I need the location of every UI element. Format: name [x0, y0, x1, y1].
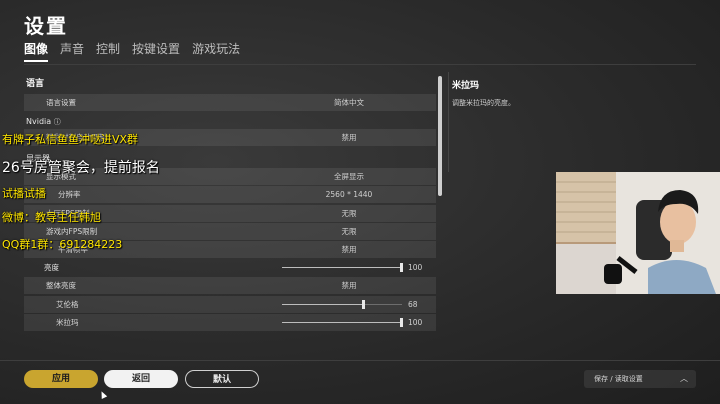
lobby-fps-value[interactable]: 无限 — [304, 205, 394, 222]
resolution-label: 分辨率 — [58, 190, 81, 200]
brightness-row[interactable]: 亮度 100 — [24, 259, 436, 276]
webcam-image — [556, 172, 720, 294]
miramar-slider-fill — [282, 321, 402, 323]
section-language: 语言 — [26, 79, 45, 89]
erangel-row[interactable]: 艾伦格 68 — [24, 295, 436, 313]
webcam-overlay — [556, 172, 720, 294]
footer-divider — [0, 360, 720, 361]
overlay-text-4: 微博：教导主任韩旭 — [2, 211, 101, 224]
overall-brightness-value[interactable]: 禁用 — [304, 277, 394, 294]
miramar-slider-thumb[interactable] — [400, 317, 403, 327]
brightness-label: 亮度 — [44, 263, 59, 273]
mouse-cursor-icon — [98, 390, 108, 399]
miramar-label: 米拉玛 — [56, 317, 79, 327]
brightness-slider-thumb[interactable] — [400, 263, 403, 273]
panel-scrollbar[interactable] — [438, 76, 442, 196]
save-load-settings-button[interactable]: 保存 / 读取设置 ︿ — [584, 370, 696, 388]
overlay-text-3: 试播试播 — [2, 187, 46, 200]
erangel-value: 68 — [408, 299, 418, 309]
tab-sound[interactable]: 声音 — [60, 40, 84, 62]
language-row[interactable]: 语言设置 简体中文 — [24, 94, 436, 111]
save-load-label: 保存 / 读取设置 — [594, 375, 643, 383]
info-title: 米拉玛 — [452, 81, 480, 91]
nvidia-label: Nvidia — [26, 117, 52, 126]
tab-control[interactable]: 控制 — [96, 40, 120, 62]
overall-brightness-label: 整体亮度 — [46, 281, 76, 291]
miramar-row[interactable]: 米拉玛 100 — [24, 313, 436, 331]
highlight-value[interactable]: 禁用 — [304, 129, 394, 146]
tab-graphics[interactable]: 图像 — [24, 40, 49, 62]
erangel-slider-thumb[interactable] — [362, 299, 365, 309]
chevron-up-icon: ︿ — [680, 374, 688, 383]
erangel-slider[interactable] — [282, 299, 402, 309]
miramar-slider[interactable] — [282, 317, 403, 327]
resolution-value[interactable]: 2560 * 1440 — [304, 186, 394, 203]
brightness-value: 100 — [408, 263, 423, 273]
page-title: 设置 — [24, 14, 68, 38]
tab-keybindings[interactable]: 按键设置 — [132, 40, 180, 62]
brightness-slider-fill — [282, 267, 402, 269]
overlay-text-1: 有牌子私信鱼鱼冲哒进VX群 — [2, 133, 139, 146]
language-label: 语言设置 — [46, 98, 76, 107]
miramar-value: 100 — [408, 317, 423, 327]
settings-tabs: 图像 声音 控制 按键设置 游戏玩法 — [24, 40, 240, 62]
smooth-fps-value[interactable]: 禁用 — [304, 241, 394, 258]
overlay-text-5: QQ群1群：691284223 — [2, 238, 123, 251]
apply-button[interactable]: 应用 — [24, 370, 98, 388]
ingame-fps-value[interactable]: 无限 — [304, 223, 394, 240]
tab-gameplay[interactable]: 游戏玩法 — [192, 40, 240, 62]
overlay-text-2: 26号房管聚会，提前报名 — [2, 160, 160, 176]
erangel-label: 艾伦格 — [56, 299, 79, 309]
display-mode-value[interactable]: 全屏显示 — [304, 168, 394, 185]
back-button[interactable]: 返回 — [104, 370, 178, 388]
erangel-slider-fill — [282, 303, 364, 305]
header-divider — [24, 64, 696, 65]
language-value[interactable]: 简体中文 — [304, 94, 394, 111]
info-icon: ⓘ — [53, 118, 61, 126]
overall-brightness-row[interactable]: 整体亮度 禁用 — [24, 277, 436, 295]
info-description: 调整米拉玛的亮度。 — [452, 99, 515, 107]
brightness-slider[interactable] — [282, 263, 403, 273]
info-divider — [448, 72, 449, 172]
default-button[interactable]: 默认 — [185, 370, 259, 388]
nvidia-header: Nvidia ⓘ — [24, 115, 436, 129]
resolution-row[interactable]: 分辨率 2560 * 1440 — [24, 186, 436, 204]
